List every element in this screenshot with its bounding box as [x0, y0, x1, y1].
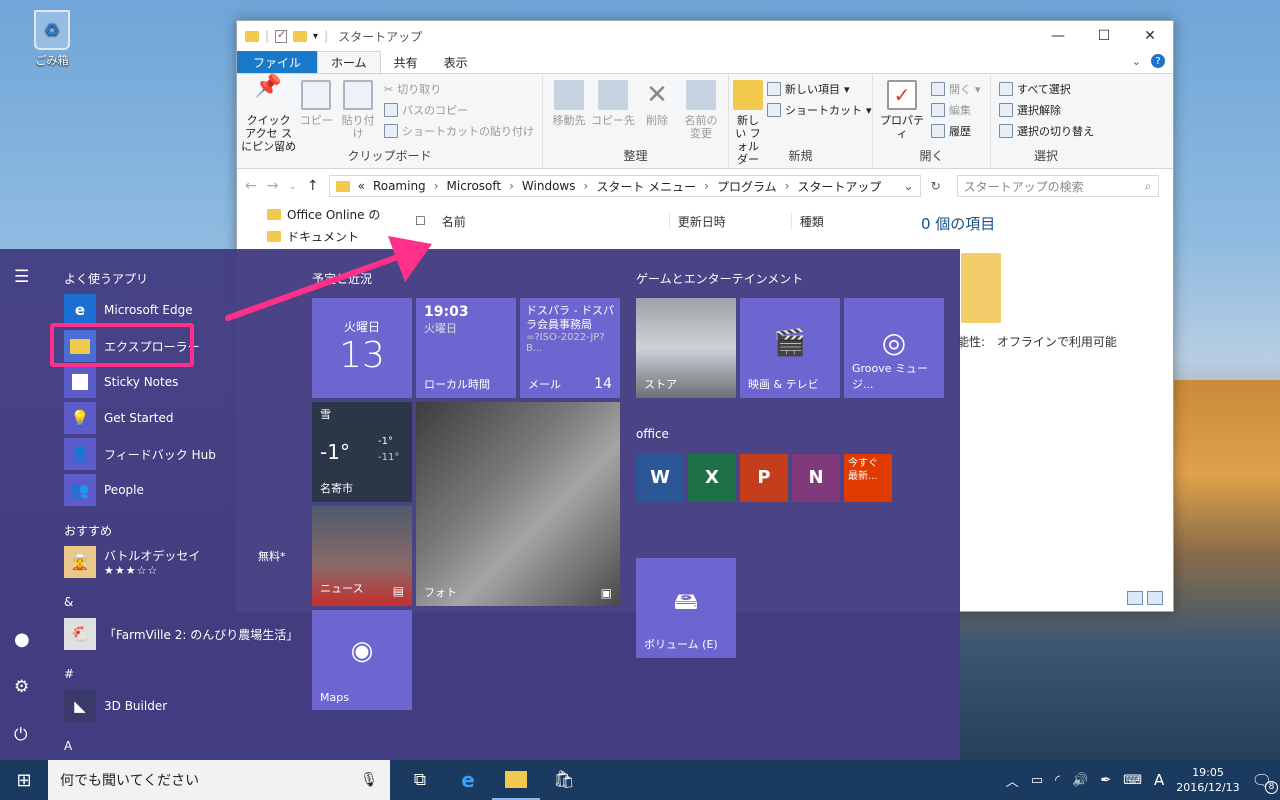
pen-icon[interactable]: ✒ — [1100, 773, 1111, 788]
clock[interactable]: 19:05 2016/12/13 — [1176, 765, 1239, 795]
wifi-icon[interactable]: ◜ — [1055, 773, 1060, 788]
keyboard-icon[interactable]: ⌨ — [1123, 773, 1142, 788]
windows-logo-icon: ⊞ — [16, 769, 32, 791]
annotation-arrow — [225, 236, 432, 321]
battery-icon[interactable]: ▭ — [1031, 773, 1043, 788]
show-hidden-icons-chevron-icon[interactable]: ︿ — [1006, 771, 1019, 790]
notification-count: 8 — [1265, 780, 1278, 794]
ime-indicator[interactable]: A — [1154, 771, 1164, 789]
search-placeholder: 何でも聞いてください — [60, 773, 200, 789]
task-view-icon[interactable]: ⧉ — [396, 760, 444, 800]
volume-icon[interactable]: 🔊 — [1072, 773, 1088, 788]
explorer-taskbar-icon[interactable] — [492, 760, 540, 800]
store-taskbar-icon[interactable]: 🛍 — [540, 760, 588, 800]
search-input[interactable]: 何でも聞いてください 🎙 — [48, 760, 390, 800]
microphone-icon[interactable]: 🎙 — [360, 772, 378, 788]
system-tray: ︿ ▭ ◜ 🔊 ✒ ⌨ A 19:05 2016/12/13 🗨 8 — [1006, 760, 1280, 800]
start-button[interactable]: ⊞ — [0, 760, 48, 800]
taskbar: ⊞ 何でも聞いてください 🎙 ⧉ e 🛍 ︿ ▭ ◜ 🔊 ✒ ⌨ A 19:05… — [0, 760, 1280, 800]
edge-taskbar-icon[interactable]: e — [444, 760, 492, 800]
action-center-icon[interactable]: 🗨 8 — [1252, 771, 1278, 794]
